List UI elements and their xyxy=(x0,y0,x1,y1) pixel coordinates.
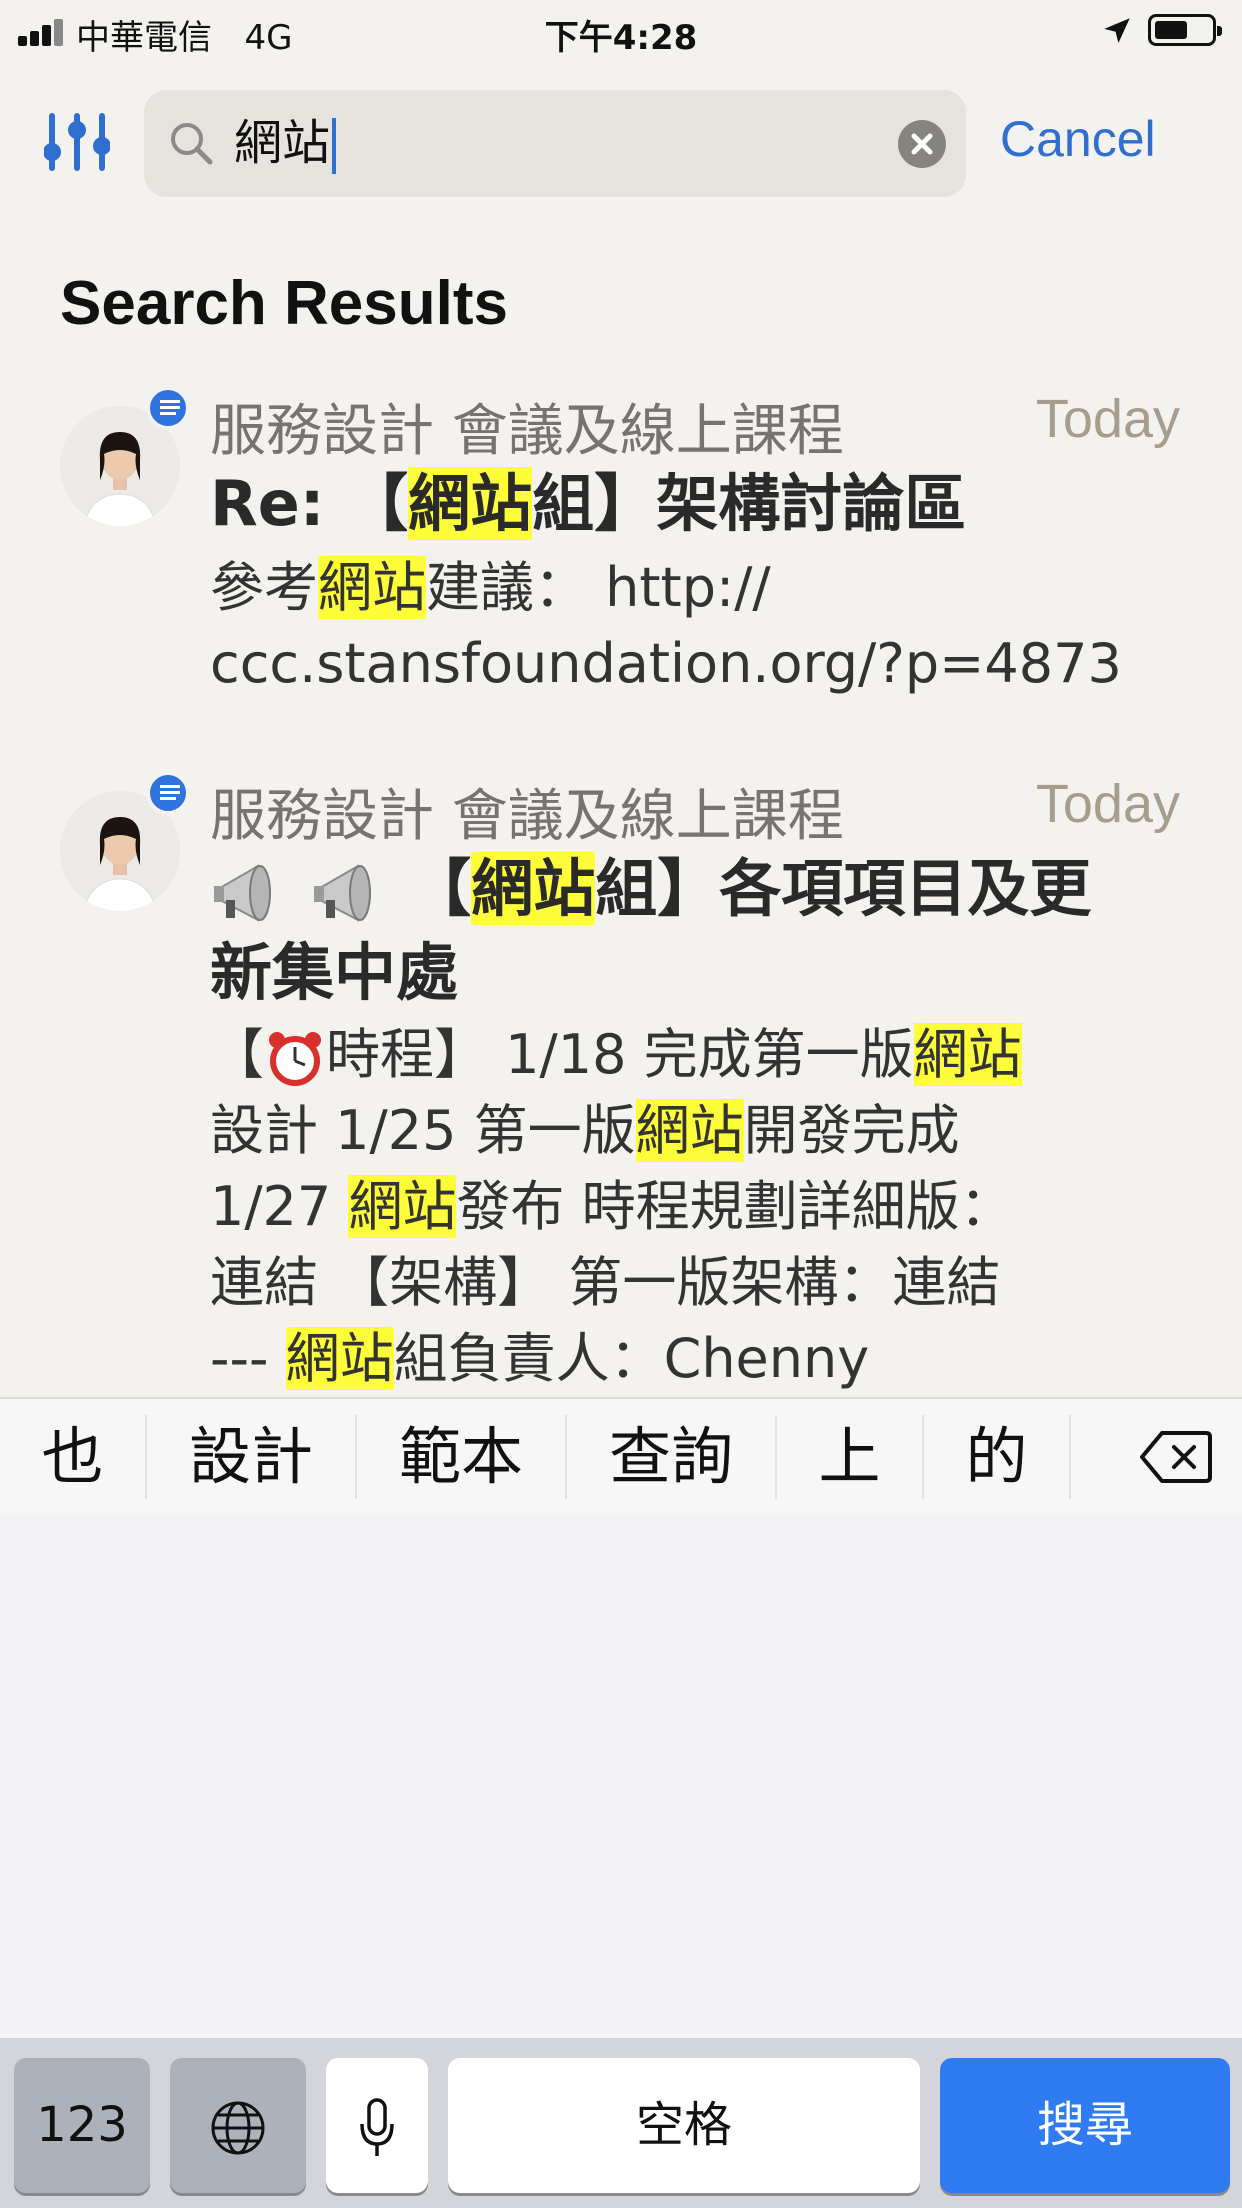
snippet-link: ccc.stansfoundation.org/?p=4873 xyxy=(210,632,1122,695)
text-caret xyxy=(332,118,337,174)
search-icon xyxy=(171,123,213,165)
keyboard-candidate-bar: 也 設計 範本 查詢 上 的 xyxy=(0,1397,1242,1513)
highlighted-term: 網站 xyxy=(318,556,426,619)
title-text: 組】架構討論區 xyxy=(532,467,967,540)
snippet-text: 組負責人：Chenny xyxy=(393,1327,870,1390)
location-arrow-icon xyxy=(1104,18,1130,44)
snippet-text: 開發完成 xyxy=(743,1099,960,1162)
space-key[interactable]: 空格 xyxy=(448,2058,920,2193)
highlighted-term: 網站 xyxy=(913,1023,1022,1086)
result-group-name: 服務設計 會議及線上課程 xyxy=(210,399,844,464)
candidate-word[interactable]: 的 xyxy=(924,1399,1069,1515)
globe-icon xyxy=(211,2101,265,2155)
microphone-icon xyxy=(360,2098,394,2156)
highlighted-term: 網站 xyxy=(635,1099,744,1162)
title-text: Re: 【 xyxy=(210,467,409,540)
megaphone-icon xyxy=(214,864,271,922)
snippet-text: 建議： http:// xyxy=(426,556,771,619)
search-field[interactable]: 網站 xyxy=(144,90,966,197)
result-group-name: 服務設計 會議及線上課程 xyxy=(210,784,844,849)
snippet-text: 參考 xyxy=(210,556,318,619)
section-title: Search Results xyxy=(60,269,508,338)
result-title: Re: 【網站組】架構討論區 xyxy=(210,462,1190,546)
candidate-word[interactable]: 上 xyxy=(777,1399,922,1515)
status-time: 下午4:28 xyxy=(544,18,698,58)
document-badge-icon xyxy=(146,386,190,430)
search-result-item[interactable]: 服務設計 會議及線上課程 Today Re: 【網站組】架構討論區 參考網站建議… xyxy=(0,380,1242,710)
highlighted-term: 網站 xyxy=(408,467,533,540)
result-snippet: 參考網站建議： http:// ccc.stansfoundation.org/… xyxy=(210,550,1170,702)
result-snippet: 【 時程】 1/18 完成第一版網站 設計 1/25 第一版網站開發完成 1/2… xyxy=(210,1017,1170,1397)
snippet-text: 連結 【架構】 第一版架構：連結 xyxy=(210,1251,1001,1314)
search-key[interactable]: 搜尋 xyxy=(940,2058,1230,2193)
search-query: 網站 xyxy=(234,115,331,171)
alarm-clock-icon xyxy=(269,1032,321,1087)
snippet-text: 1/27 xyxy=(210,1175,349,1238)
highlighted-term: 網站 xyxy=(471,852,596,925)
microphone-key[interactable] xyxy=(326,2058,428,2193)
status-bar: 中華電信 4G 下午4:28 xyxy=(0,0,1242,62)
keyboard-input-area[interactable] xyxy=(0,1513,1242,2038)
highlighted-term: 網站 xyxy=(348,1175,457,1238)
candidate-word[interactable]: 也 xyxy=(0,1399,145,1515)
candidate-separator xyxy=(1069,1415,1071,1499)
filter-sliders-icon[interactable] xyxy=(44,112,110,172)
candidate-word[interactable]: 設計 xyxy=(147,1399,355,1515)
snippet-text: 發布 時程規劃詳細版： xyxy=(456,1175,1014,1238)
search-result-item[interactable]: 服務設計 會議及線上課程 Today 【網站組】各項項目及更 新集中處 【 時程… xyxy=(0,765,1242,1397)
document-badge-icon xyxy=(146,771,190,815)
candidate-word[interactable]: 查詢 xyxy=(567,1399,775,1515)
numbers-key[interactable]: 123 xyxy=(14,2058,150,2193)
highlighted-term: 網站 xyxy=(285,1327,394,1390)
result-time: Today xyxy=(1035,774,1180,834)
title-text: 組】各項項目及更 xyxy=(595,852,1092,925)
battery-icon xyxy=(1148,14,1222,46)
candidate-word[interactable]: 範本 xyxy=(357,1399,565,1515)
clear-search-icon[interactable] xyxy=(898,120,946,168)
snippet-text: 時程】 1/18 完成第一版 xyxy=(326,1023,914,1086)
snippet-text: --- xyxy=(210,1327,286,1390)
megaphone-icon xyxy=(313,864,371,922)
result-title: 【網站組】各項項目及更 新集中處 xyxy=(210,847,1190,1015)
cancel-button[interactable]: Cancel xyxy=(1000,110,1156,168)
backspace-icon[interactable] xyxy=(1140,1429,1212,1485)
search-input[interactable]: 網站 xyxy=(234,108,337,178)
snippet-text: 設計 1/25 第一版 xyxy=(210,1099,636,1162)
globe-key[interactable] xyxy=(170,2058,306,2193)
title-text: 新集中處 xyxy=(210,936,459,1009)
snippet-text: 【 xyxy=(210,1023,264,1086)
result-time: Today xyxy=(1035,389,1180,449)
title-text: 【 xyxy=(387,852,472,925)
